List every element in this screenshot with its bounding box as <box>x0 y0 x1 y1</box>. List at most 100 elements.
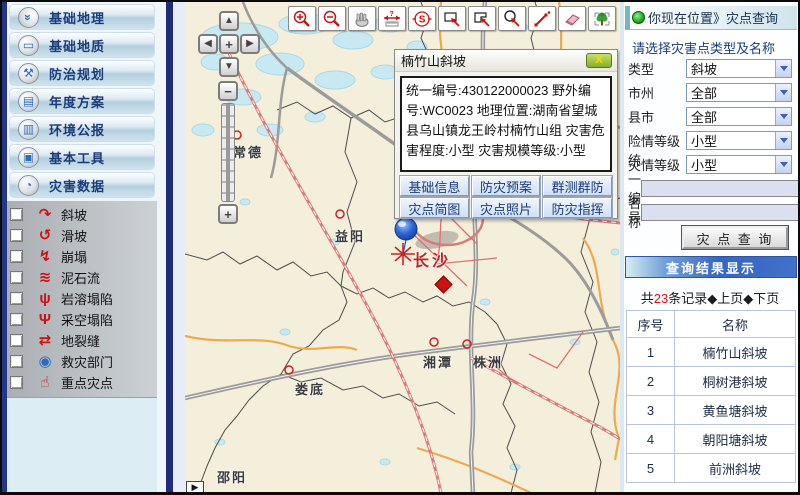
row-name[interactable]: 朝阳塘斜坡 <box>675 425 796 454</box>
row-index: 1 <box>627 338 675 367</box>
measure-distance-icon[interactable]: ? <box>378 6 406 31</box>
landslide-checkbox[interactable] <box>10 229 23 242</box>
key-disaster-point-checkbox[interactable] <box>10 376 23 389</box>
mining-subsidence-checkbox[interactable] <box>10 313 23 326</box>
layer-label: 采空塌陷 <box>61 310 113 329</box>
draw-line-icon[interactable] <box>528 6 556 31</box>
unified-id-input[interactable] <box>641 180 800 197</box>
row-name[interactable]: 前洲斜坡 <box>675 454 796 483</box>
sidebar-item-annual-plan[interactable]: ▤ 年度方案 <box>9 88 155 114</box>
type-select[interactable]: 斜坡 <box>686 59 792 78</box>
disaster-query-button[interactable]: 灾 点 查 询 <box>682 226 788 249</box>
zoom-slider[interactable] <box>221 103 235 202</box>
site-sketch-button[interactable]: 灾点简图 <box>400 198 469 218</box>
collapse-checkbox[interactable] <box>10 250 23 263</box>
pan-left-button[interactable]: ◀ <box>198 34 218 54</box>
sidebar-item-base-geography[interactable]: » 基础地理 <box>9 4 155 30</box>
pan-down-button[interactable]: ▼ <box>219 57 239 77</box>
zoom-out-button[interactable]: − <box>218 81 238 101</box>
pan-center-button[interactable]: + <box>219 34 239 54</box>
chevron-down-icon[interactable] <box>775 84 791 101</box>
pan-icon[interactable] <box>348 6 376 31</box>
pan-up-button[interactable]: ▲ <box>219 11 239 31</box>
close-icon[interactable]: X <box>586 53 612 68</box>
karst-subsidence-icon: ψ <box>32 291 58 306</box>
monitor-icon: ▭ <box>18 35 39 56</box>
toolbox-icon: ▣ <box>18 147 39 168</box>
name-input[interactable] <box>641 204 800 221</box>
select-value: 小型 <box>691 155 717 174</box>
row-name[interactable]: 黄鱼塘斜坡 <box>675 396 796 425</box>
layer-tree-icon[interactable] <box>588 6 616 31</box>
table-row[interactable]: 1 楠竹山斜坡 <box>627 338 796 367</box>
document-icon: ▤ <box>18 91 39 112</box>
command-button[interactable]: 防灾指挥 <box>543 198 612 218</box>
ground-fissure-checkbox[interactable] <box>10 334 23 347</box>
zoom-out-icon[interactable] <box>318 6 346 31</box>
karst-subsidence-checkbox[interactable] <box>10 292 23 305</box>
chevron-down-icon[interactable] <box>775 108 791 125</box>
pan-right-button[interactable]: ▶ <box>240 34 260 54</box>
site-photo-button[interactable]: 灾点照片 <box>472 198 541 218</box>
layer-label: 救灾部门 <box>61 352 113 371</box>
slope-checkbox[interactable] <box>10 208 23 221</box>
zoom-in-icon[interactable] <box>288 6 316 31</box>
zoom-in-button[interactable]: + <box>218 204 238 224</box>
scale-icon[interactable]: S <box>408 6 436 31</box>
table-row[interactable]: 5 前洲斜坡 <box>627 454 796 483</box>
select-value: 全部 <box>691 107 717 126</box>
map-overview-button[interactable]: ▶ <box>186 481 204 492</box>
row-index: 4 <box>627 425 675 454</box>
chevron-down-icon[interactable] <box>775 60 791 77</box>
debris-flow-checkbox[interactable] <box>10 271 23 284</box>
chevron-down-icon[interactable] <box>775 156 791 173</box>
group-monitoring-button[interactable]: 群测群防 <box>543 176 612 196</box>
table-row[interactable]: 4 朝阳塘斜坡 <box>627 425 796 454</box>
results-header: 查询结果显示 <box>625 256 797 278</box>
sidebar-item-label: 基础地质 <box>49 36 105 55</box>
sidebar-item-basic-tools[interactable]: ▣ 基本工具 <box>9 144 155 170</box>
layer-label: 地裂缝 <box>61 331 100 350</box>
map-gap-strip <box>173 2 185 492</box>
county-select[interactable]: 全部 <box>686 107 792 126</box>
tools-icon: ⚒ <box>18 63 39 84</box>
mining-subsidence-icon: Ψ <box>32 312 58 327</box>
eraser-icon[interactable] <box>558 6 586 31</box>
pagination-suffix: 条记录 <box>668 291 707 306</box>
field-label: 险情等级 <box>628 131 686 150</box>
prefecture-select[interactable]: 全部 <box>686 83 792 102</box>
circle-select-icon[interactable] <box>498 6 526 31</box>
prevention-plan-button[interactable]: 防灾预案 <box>472 176 541 196</box>
query-subtitle: 请选择灾害点类型及名称 <box>632 38 775 57</box>
layer-label: 重点灾点 <box>61 373 113 392</box>
sidebar-item-environment-bulletin[interactable]: ▥ 环境公报 <box>9 116 155 142</box>
layer-row-rescue-department: ◉ 救灾部门 <box>7 351 157 372</box>
row-index: 3 <box>627 396 675 425</box>
map-canvas[interactable]: 常德 益阳 长沙 湘潭 株洲 娄底 邵阳 ? S <box>185 2 620 492</box>
city-label-changde: 常德 <box>233 142 263 161</box>
disaster-info-popup: 楠竹山斜坡 X 统一编号:430122000023 野外编号:WC0023 地理… <box>394 49 618 219</box>
prev-page-link[interactable]: ◆上页 <box>707 291 743 306</box>
table-row[interactable]: 2 桐树港斜坡 <box>627 367 796 396</box>
next-page-link[interactable]: ◆下页 <box>743 291 779 306</box>
chevron-down-icon[interactable] <box>775 132 791 149</box>
basic-info-button[interactable]: 基础信息 <box>400 176 469 196</box>
landslide-icon: ↺ <box>32 228 58 243</box>
disaster-level-select[interactable]: 小型 <box>686 155 792 174</box>
risk-level-select[interactable]: 小型 <box>686 131 792 150</box>
polygon-select-icon[interactable] <box>468 6 496 31</box>
row-name[interactable]: 楠竹山斜坡 <box>675 338 796 367</box>
row-name[interactable]: 桐树港斜坡 <box>675 367 796 396</box>
rect-select-icon[interactable] <box>438 6 466 31</box>
table-row[interactable]: 3 黄鱼塘斜坡 <box>627 396 796 425</box>
sidebar-item-prevention-planning[interactable]: ⚒ 防治规划 <box>9 60 155 86</box>
field-row-unified-id: 统一编号 <box>628 178 792 198</box>
sidebar-item-disaster-data[interactable]: ◔ 灾害数据 <box>9 172 155 198</box>
layer-row-ground-fissure: ⇄ 地裂缝 <box>7 330 157 351</box>
rescue-department-checkbox[interactable] <box>10 355 23 368</box>
sidebar-item-base-geology[interactable]: ▭ 基础地质 <box>9 32 155 58</box>
row-index: 5 <box>627 454 675 483</box>
field-row-disaster-level: 灾情等级 小型 <box>628 154 792 174</box>
ground-fissure-icon: ⇄ <box>32 333 58 348</box>
popup-title-bar[interactable]: 楠竹山斜坡 X <box>395 50 617 72</box>
